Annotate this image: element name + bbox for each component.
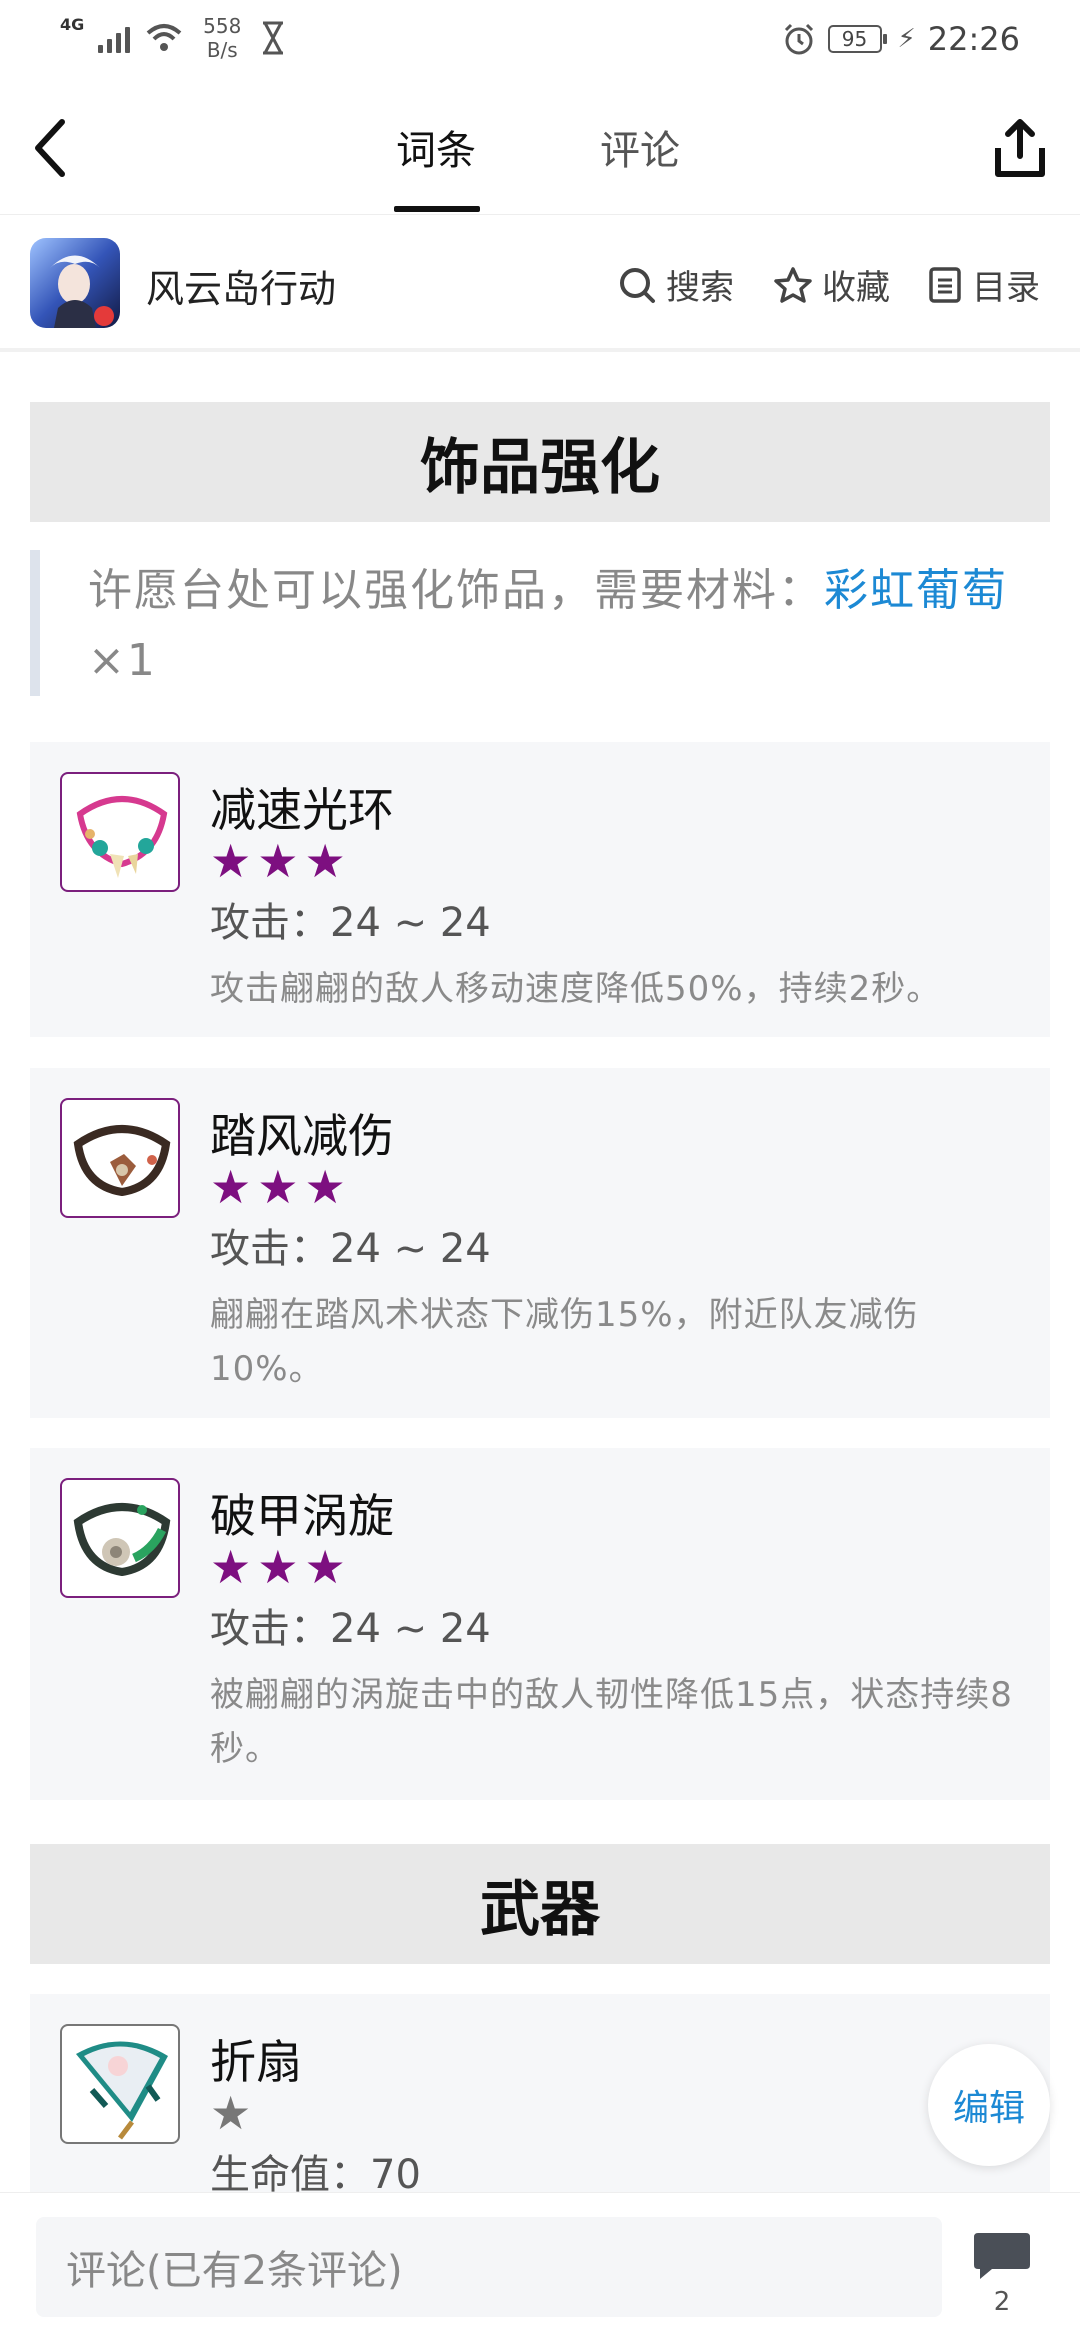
star-icon: ★ <box>210 834 252 888</box>
rarity-stars: ★ ★ ★ <box>210 1164 346 1210</box>
chevron-left-icon <box>35 119 65 177</box>
star-icon: ★ <box>257 1160 299 1214</box>
star-icon <box>774 266 812 303</box>
page: 4G 558 B/s 95 ⚡ 22:26 词条 评论 风云岛行动 搜索 收藏 … <box>0 0 1080 2340</box>
wifi-icon <box>146 24 182 51</box>
search-button[interactable]: 搜索 <box>618 260 734 309</box>
item-card[interactable]: 减速光环 ★ ★ ★ 攻击：24 ~ 24 攻击翩翩的敌人移动速度降低50%，持… <box>30 742 1050 1037</box>
item-card[interactable]: 踏风减伤 ★ ★ ★ 攻击：24 ~ 24 翩翩在踏风术状态下减伤15%，附近队… <box>30 1068 1050 1418</box>
share-button[interactable] <box>990 116 1050 180</box>
network-type: 4G <box>60 14 85 34</box>
contents-button[interactable]: 目录 <box>928 260 1040 309</box>
share-icon <box>995 119 1045 177</box>
rarity-stars: ★ <box>210 2090 251 2136</box>
necklace-green-art <box>73 1503 171 1577</box>
speed-value: 558 <box>203 14 242 38</box>
item-name: 破甲涡旋 <box>210 1489 394 1543</box>
star-icon: ★ <box>304 1160 346 1214</box>
rarity-stars: ★ ★ ★ <box>210 838 346 884</box>
folding-fan-art <box>76 2041 168 2140</box>
comment-bar: 评论(已有2条评论) 2 <box>0 2192 1080 2340</box>
battery-indicator: 95 <box>827 25 887 53</box>
comment-input[interactable]: 评论(已有2条评论) <box>36 2217 942 2317</box>
tab-comments[interactable]: 评论 <box>600 118 680 176</box>
comments-button[interactable]: 2 <box>970 2229 1034 2319</box>
note-text: 许愿台处可以强化饰品，需要材料： <box>88 565 824 616</box>
star-icon: ★ <box>257 1540 299 1594</box>
necklace-pink-art <box>76 796 168 878</box>
wiki-header-bar: 风云岛行动 搜索 收藏 目录 <box>0 216 1080 352</box>
top-nav: 词条 评论 <box>0 80 1080 215</box>
star-icon: ★ <box>304 834 346 888</box>
item-image <box>60 2024 180 2144</box>
comment-placeholder: 评论(已有2条评论) <box>66 2248 403 2294</box>
rarity-stars: ★ ★ ★ <box>210 1544 346 1590</box>
signal-icon <box>98 23 131 53</box>
item-image <box>60 1098 180 1218</box>
star-icon: ★ <box>257 834 299 888</box>
item-stat: 攻击：24 ~ 24 <box>210 900 491 946</box>
material-link[interactable]: 彩虹葡萄 <box>824 565 1008 616</box>
game-title: 风云岛行动 <box>146 267 337 311</box>
search-label: 搜索 <box>666 268 734 308</box>
comment-count: 2 <box>993 2287 1011 2317</box>
favorite-label: 收藏 <box>822 268 890 308</box>
active-tab-indicator <box>394 206 480 212</box>
item-stat: 攻击：24 ~ 24 <box>210 1226 491 1272</box>
comment-bubble-icon <box>974 2233 1030 2279</box>
game-icon[interactable] <box>30 238 120 328</box>
search-icon <box>620 267 655 303</box>
contents-label: 目录 <box>972 268 1040 308</box>
item-card[interactable]: 破甲涡旋 ★ ★ ★ 攻击：24 ~ 24 被翩翩的涡旋击中的敌人韧性降低15点… <box>30 1448 1050 1800</box>
star-icon: ★ <box>210 1160 252 1214</box>
section-header-weapons: 武器 <box>30 1844 1050 1964</box>
enhance-note: 许愿台处可以强化饰品，需要材料：彩虹葡萄 ×1 <box>30 550 1050 696</box>
hourglass-icon <box>263 21 284 55</box>
tab-entry[interactable]: 词条 <box>396 118 476 176</box>
list-icon <box>929 266 961 303</box>
star-icon: ★ <box>304 1540 346 1594</box>
favorite-button[interactable]: 收藏 <box>774 260 890 309</box>
item-stat: 攻击：24 ~ 24 <box>210 1606 491 1652</box>
item-image <box>60 772 180 892</box>
star-icon: ★ <box>210 2086 252 2140</box>
status-right: 95 ⚡ 22:26 <box>782 20 1020 58</box>
status-left: 4G 558 B/s <box>60 14 286 62</box>
item-name: 踏风减伤 <box>210 1109 394 1163</box>
item-description: 攻击翩翩的敌人移动速度降低50%，持续2秒。 <box>210 969 942 1009</box>
clock: 22:26 <box>927 20 1020 58</box>
back-button[interactable] <box>20 108 80 188</box>
item-name: 折扇 <box>210 2035 302 2089</box>
speed-unit: B/s <box>206 38 238 62</box>
game-icon-art <box>30 238 120 328</box>
section-header-accessory: 饰品强化 <box>30 402 1050 522</box>
network-speed: 558 B/s <box>198 14 246 62</box>
alarm-icon <box>784 23 813 55</box>
item-name: 减速光环 <box>210 783 394 837</box>
item-description: 被翩翩的涡旋击中的敌人韧性降低15点，状态持续8秒。 <box>210 1675 1013 1769</box>
note-quantity: ×1 <box>88 635 157 686</box>
star-icon: ★ <box>210 1540 252 1594</box>
status-bar: 4G 558 B/s 95 ⚡ 22:26 <box>0 0 1080 80</box>
item-image <box>60 1478 180 1598</box>
item-description: 翩翩在踏风术状态下减伤15%，附近队友减伤10%。 <box>210 1295 919 1389</box>
charging-icon: ⚡ <box>897 24 916 54</box>
item-card[interactable]: 折扇 ★ 生命值：70 <box>30 1994 1050 2198</box>
edit-button[interactable]: 编辑 <box>928 2044 1050 2166</box>
necklace-dark-art <box>73 1125 171 1197</box>
